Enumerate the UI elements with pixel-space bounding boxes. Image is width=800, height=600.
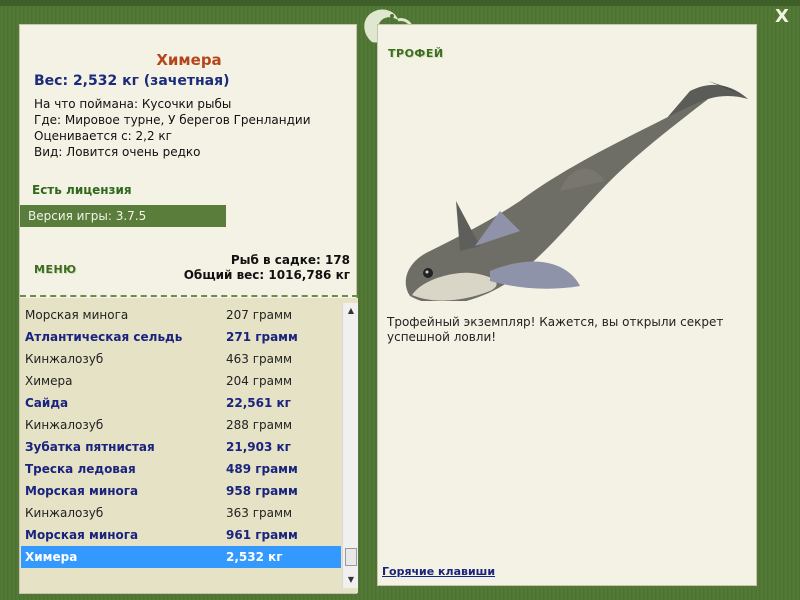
catch-fish-name: Атлантическая сельдь (25, 330, 183, 344)
license-status: Есть лицензия (32, 183, 132, 197)
close-button[interactable]: X (770, 6, 794, 28)
catch-fish-name: Морская минога (25, 528, 139, 542)
catch-fish-weight: 22,561 кг (226, 396, 291, 410)
catch-row[interactable]: Зубатка пятнистая 21,903 кг (21, 436, 341, 458)
detail-location: Где: Мировое турне, У берегов Гренландии (34, 113, 311, 127)
hotkeys-link[interactable]: Горячие клавиши (382, 565, 495, 578)
fish-details: На что поймана: Кусочки рыбы Где: Мирово… (34, 96, 311, 160)
catch-fish-name: Кинжалозуб (25, 418, 104, 432)
catch-fish-weight: 21,903 кг (226, 440, 291, 454)
catch-list-area: Морская минога 207 грамм Атлантическая сел… (20, 298, 358, 593)
trophy-description: Трофейный экземпляр! Кажется, вы открыли… (387, 315, 724, 344)
fish-count: Рыб в садке: 178 (230, 253, 350, 267)
catch-fish-weight: 961 грамм (226, 528, 298, 542)
fish-info-panel: Химера Вес: 2,532 кг (зачетная) На что п… (19, 24, 358, 594)
catch-list: Морская минога 207 грамм Атлантическая сел… (21, 304, 341, 568)
fish-weight: Вес: 2,532 кг (зачетная) (34, 73, 230, 89)
catch-row[interactable]: Треска ледовая 489 грамм (21, 458, 341, 480)
game-version: Версия игры: 3.7.5 (20, 205, 226, 227)
catch-fish-weight: 2,532 кг (226, 550, 283, 564)
catch-fish-name: Морская минога (25, 308, 129, 322)
catch-fish-weight: 207 грамм (226, 308, 293, 322)
catch-row[interactable]: Кинжалозуб 463 грамм (21, 348, 341, 370)
catch-fish-name: Морская минога (25, 484, 139, 498)
divider (20, 295, 358, 297)
catch-row[interactable]: Кинжалозуб 363 грамм (21, 502, 341, 524)
catch-fish-weight: 271 грамм (226, 330, 298, 344)
detail-value: Оценивается с: 2,2 кг (34, 129, 172, 143)
catch-fish-weight: 489 грамм (226, 462, 298, 476)
scroll-up-icon[interactable]: ▲ (343, 303, 359, 319)
catch-stats: Рыб в садке: 178 Общий вес: 1016,786 кг (184, 253, 350, 283)
catch-row[interactable]: Химера 204 грамм (21, 370, 341, 392)
catch-fish-weight: 288 грамм (226, 418, 293, 432)
catch-fish-weight: 363 грамм (226, 506, 293, 520)
catch-fish-weight: 204 грамм (226, 374, 293, 388)
total-weight: Общий вес: 1016,786 кг (183, 268, 350, 282)
catch-fish-name: Химера (25, 374, 73, 388)
catch-row-selected[interactable]: Химера 2,532 кг (21, 546, 341, 568)
catch-fish-name: Кинжалозуб (25, 352, 104, 366)
scrollbar[interactable]: ▲ ▼ (342, 303, 358, 588)
catch-row[interactable]: Сайда 22,561 кг (21, 392, 341, 414)
detail-bait: На что поймана: Кусочки рыбы (34, 97, 232, 111)
catch-row[interactable]: Морская минога 958 грамм (21, 480, 341, 502)
catch-fish-name: Кинжалозуб (25, 506, 104, 520)
catch-row[interactable]: Кинжалозуб 288 грамм (21, 414, 341, 436)
catch-fish-name: Химера (25, 550, 78, 564)
scroll-thumb[interactable] (345, 548, 357, 566)
chimera-fish-image (405, 81, 748, 301)
catch-row[interactable]: Атлантическая сельдь 271 грамм (21, 326, 341, 348)
catch-fish-name: Треска ледовая (25, 462, 136, 476)
catch-fish-weight: 463 грамм (226, 352, 293, 366)
catch-row[interactable]: Морская минога 207 грамм (21, 304, 341, 326)
fish-title: Химера (156, 51, 222, 69)
menu-button[interactable]: МЕНЮ (34, 263, 77, 276)
scroll-down-icon[interactable]: ▼ (343, 572, 359, 588)
trophy-panel: ТРОФЕЙ Трофейный экземпляр! Кажется, вы … (377, 24, 757, 586)
catch-fish-weight: 958 грамм (226, 484, 298, 498)
catch-row[interactable]: Морская минога 961 грамм (21, 524, 341, 546)
detail-rarity: Вид: Ловится очень редко (34, 145, 201, 159)
catch-fish-name: Сайда (25, 396, 69, 410)
catch-fish-name: Зубатка пятнистая (25, 440, 155, 454)
